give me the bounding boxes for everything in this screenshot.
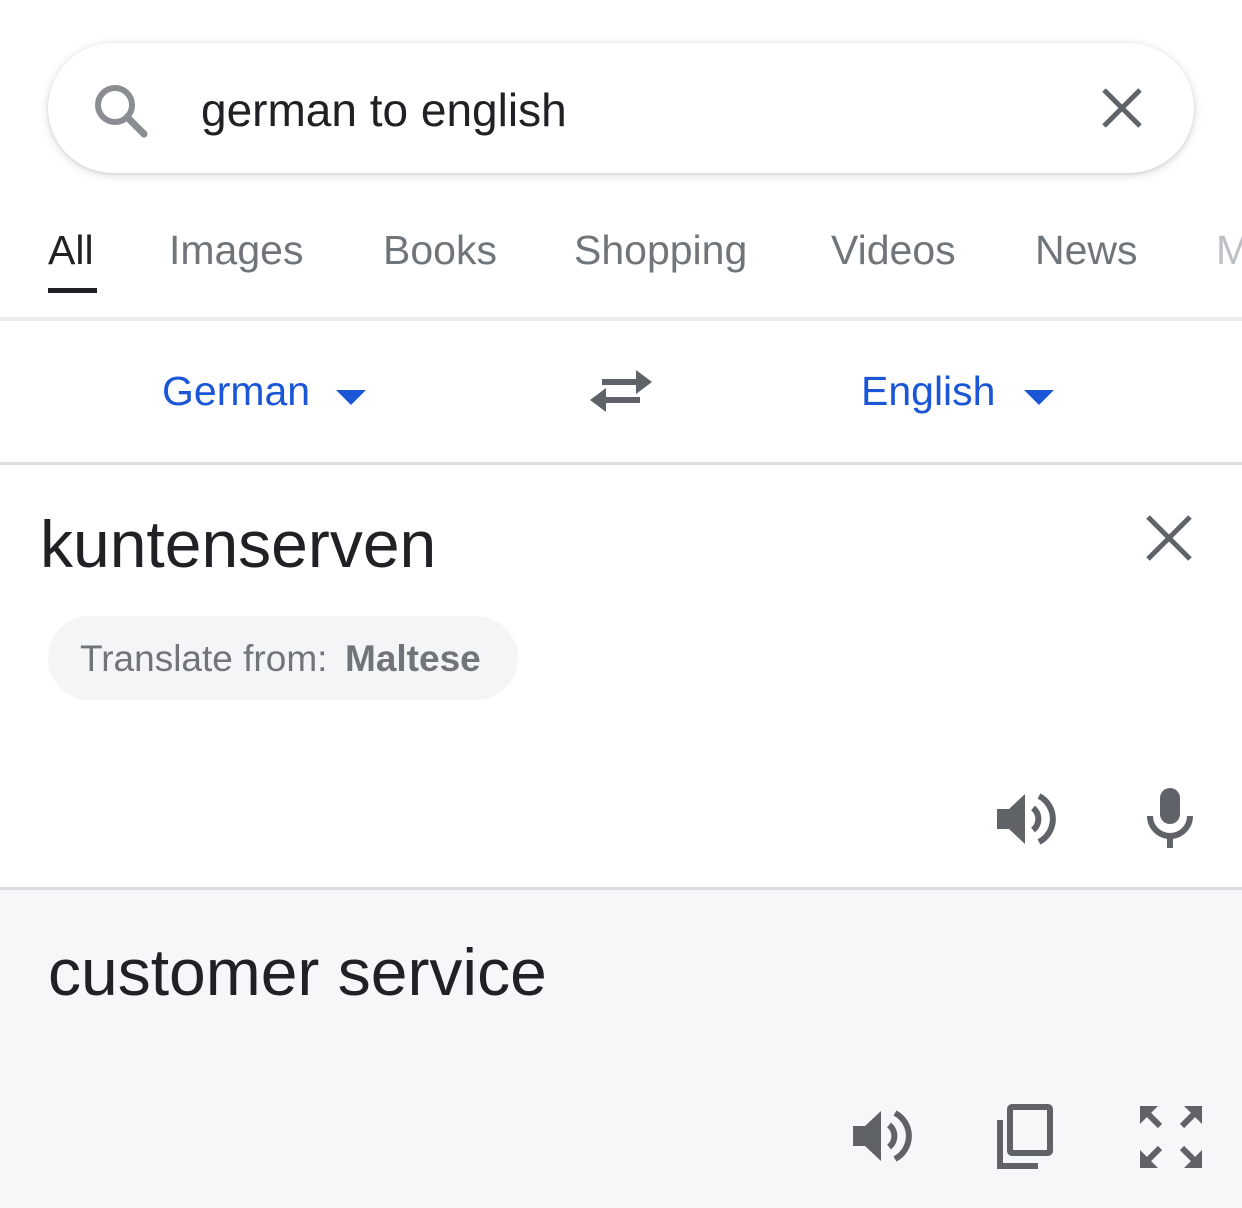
copy-icon[interactable] — [994, 1104, 1054, 1170]
language-bar-divider — [0, 462, 1242, 465]
target-language-select[interactable]: English — [861, 366, 995, 416]
close-icon[interactable] — [1098, 84, 1146, 132]
tab-videos[interactable]: Videos — [831, 225, 956, 275]
translation-result-text: customer service — [48, 935, 547, 1009]
tab-books[interactable]: Books — [383, 225, 497, 275]
caret-down-icon[interactable] — [1024, 390, 1054, 406]
speaker-icon[interactable] — [851, 1107, 913, 1165]
tab-all[interactable]: All — [48, 225, 94, 275]
detected-language-value[interactable]: Maltese — [345, 637, 481, 681]
translate-search-page: german to english All Images Books Shopp… — [0, 0, 1242, 1208]
tab-news[interactable]: News — [1035, 225, 1138, 275]
speaker-icon[interactable] — [995, 790, 1057, 848]
microphone-icon[interactable] — [1144, 786, 1196, 850]
tab-shopping[interactable]: Shopping — [574, 225, 747, 275]
close-icon[interactable] — [1143, 512, 1195, 564]
swap-arrows-icon[interactable] — [588, 362, 654, 418]
fullscreen-icon[interactable] — [1140, 1106, 1202, 1168]
tab-images[interactable]: Images — [169, 225, 303, 275]
active-tab-indicator — [48, 288, 97, 293]
source-language-select[interactable]: German — [162, 366, 310, 416]
search-tabs: All Images Books Shopping Videos News M — [0, 200, 1242, 318]
detected-language-label: Translate from: — [80, 638, 328, 679]
caret-down-icon[interactable] — [336, 390, 366, 406]
tabs-divider — [0, 317, 1242, 321]
search-icon[interactable] — [90, 80, 150, 140]
search-input[interactable]: german to english — [201, 80, 567, 140]
source-text-input[interactable]: kuntenserven — [40, 506, 436, 582]
tab-more-partial[interactable]: M — [1216, 225, 1242, 275]
